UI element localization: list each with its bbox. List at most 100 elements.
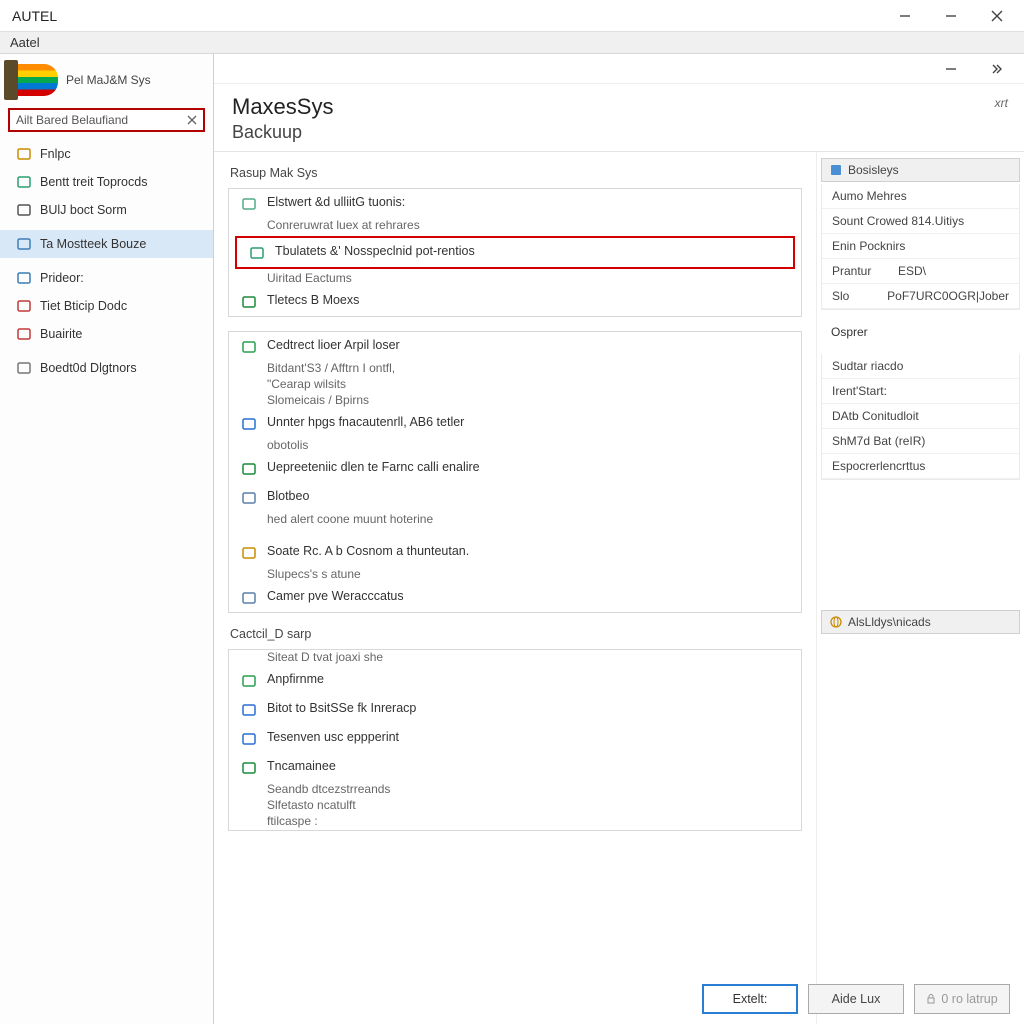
task-label: Uiritad Eactums — [267, 271, 352, 285]
task-label: hed alert coone muunt hoterine — [267, 512, 433, 526]
section-label-2: Cactcil_D sarp — [230, 627, 802, 641]
task-item[interactable]: Tncamainee — [229, 753, 801, 782]
close-button[interactable] — [974, 0, 1020, 32]
panel-icon — [830, 164, 842, 176]
inner-next-button[interactable] — [974, 53, 1020, 85]
right-panel-item[interactable]: SloPoF7URC0OGR|Jober — [822, 284, 1019, 309]
sidebar-item-label: Ta Mostteek Bouze — [40, 237, 146, 251]
task-item[interactable]: Elstwert &d ulliitG tuonis: — [229, 189, 801, 218]
right-panel-item[interactable]: Aumo Mehres — [822, 184, 1019, 209]
minimize-button-2[interactable] — [928, 0, 974, 32]
task-item: Conreruwrat luex at rehrares — [229, 218, 801, 234]
power-icon — [16, 146, 32, 162]
sidebar-nav: Fnlpc Bentt treit ToprocdsBUlJ boct Sorm T… — [0, 140, 213, 382]
shield-icon — [241, 416, 257, 432]
task-item[interactable]: Unnter hpgs fnacautenrll, AB6 tetler — [229, 409, 801, 438]
card-icon — [16, 270, 32, 286]
task-item[interactable]: Cedtrect lioer Arpil loser — [229, 332, 801, 361]
task-item[interactable]: Camer pve Weracccatus — [229, 583, 801, 612]
inner-minimize-button[interactable] — [928, 53, 974, 85]
task-item[interactable]: Blotbeo — [229, 483, 801, 512]
right-panel-list-1: Aumo MehresSount Crowed 814.UitiysEnin P… — [821, 184, 1020, 310]
task-label: Cedtrect lioer Arpil loser — [267, 338, 400, 352]
brand-label: Pel MaJ&M Sys — [66, 73, 151, 87]
right-panel-item[interactable]: DAtb Conitudloit — [822, 404, 1019, 429]
sidebar-item-3[interactable]: Ta Mostteek Bouze — [0, 230, 213, 258]
sidebar-brand: Pel MaJ&M Sys — [0, 54, 213, 102]
menubar: Aatel — [0, 32, 1024, 54]
page-title: MaxesSys — [232, 94, 1006, 120]
right-panel-item[interactable]: ShM7d Bat (reIR) — [822, 429, 1019, 454]
right-panel-item[interactable]: Enin Pocknirs — [822, 234, 1019, 259]
sidebar: Pel MaJ&M Sys FnlpcBentt treit ToprocdsB… — [0, 54, 214, 1024]
task-item: Slfetasto ncatulft — [229, 798, 801, 814]
search-input[interactable] — [10, 113, 181, 127]
sparkle-icon — [16, 174, 32, 190]
right-panel-item[interactable]: Sudtar riacdo — [822, 354, 1019, 379]
right-panel-list-2: Sudtar riacdoIrent'Start:DAtb Conitudloi… — [821, 354, 1020, 480]
kv-value: PoF7URC0OGR|Jober — [887, 289, 1009, 303]
task-label: Camer pve Weracccatus — [267, 589, 404, 603]
task-item[interactable]: Anpfirnme — [229, 666, 801, 695]
sidebar-item-6[interactable]: Buairite — [0, 320, 213, 348]
task-item: "Cearap wilsits — [229, 377, 801, 393]
task-item[interactable]: Uepreeteniic dlen te Farnc calli enalire — [229, 454, 801, 483]
sidebar-item-label: Tiet Bticip Dodc — [40, 299, 127, 313]
blue-icon — [241, 702, 257, 718]
task-item[interactable]: Tbulatets &' Nosspeclnid pot-rentios — [235, 236, 795, 269]
sidebar-item-0[interactable]: Fnlpc — [0, 140, 213, 168]
task-label: obotolis — [267, 438, 308, 452]
task-label: ftilcaspe : — [267, 814, 318, 828]
task-label: Blotbeo — [267, 489, 309, 503]
task-label: Bitdant'S3 / Afftrn I ontfl, — [267, 361, 395, 375]
task-item: hed alert coone muunt hoterine — [229, 512, 801, 528]
right-panel-item[interactable]: Sount Crowed 814.Uitiys — [822, 209, 1019, 234]
card2-icon — [241, 760, 257, 776]
primary-action-button[interactable]: Extelt: — [702, 984, 798, 1014]
task-group-1: Elstwert &d ulliitG tuonis:Conreruwrat l… — [228, 188, 802, 317]
minimize-button[interactable] — [882, 0, 928, 32]
task-item: Bitdant'S3 / Afftrn I ontfl, — [229, 361, 801, 377]
task-item[interactable]: Soate Rc. A b Cosnom a thunteutan. — [229, 538, 801, 567]
outer-window-controls — [882, 0, 1020, 32]
task-group-3: Siteat D tvat joaxi sheAnpfirnmeBitot to… — [228, 649, 802, 831]
task-label: Tncamainee — [267, 759, 336, 773]
outer-window-titlebar: AUTEL — [0, 0, 1024, 32]
task-item: ftilcaspe : — [229, 814, 801, 830]
sidebar-item-5[interactable]: Tiet Bticip Dodc — [0, 292, 213, 320]
sidebar-item-2[interactable]: BUlJ boct Sorm — [0, 196, 213, 224]
right-panel-item[interactable]: Espocrerlencrttus — [822, 454, 1019, 479]
kv-value: ESD\ — [898, 264, 926, 278]
secondary-action-button[interactable]: Aide Lux — [808, 984, 904, 1014]
sidebar-item-7[interactable]: Boedt0d Dlgtnors — [0, 354, 213, 382]
sidebar-item-4[interactable]: Prideor: — [0, 264, 213, 292]
task-label: Anpfirnme — [267, 672, 324, 686]
task-label: Bitot to BsitSSe fk Inreracp — [267, 701, 416, 715]
grid-icon — [16, 326, 32, 342]
task-label: Uepreeteniic dlen te Farnc calli enalire — [267, 460, 480, 474]
right-panel-title-1: Bosisleys — [848, 163, 899, 177]
task-item[interactable]: Tletecs B Moexs — [229, 287, 801, 316]
clear-search-button[interactable] — [181, 109, 203, 131]
right-panel-item[interactable]: PranturESD\ — [822, 259, 1019, 284]
task-item: Slupecs's s atune — [229, 567, 801, 583]
warn-icon — [241, 545, 257, 561]
task-item[interactable]: Bitot to BsitSSe fk Inreracp — [229, 695, 801, 724]
menu-item[interactable]: Aatel — [10, 35, 40, 50]
top-right-hint: xrt — [995, 96, 1008, 110]
page-header: MaxesSys Backuup — [214, 84, 1024, 152]
section-label: Rasup Mak Sys — [230, 166, 802, 180]
outer-window-title: AUTEL — [12, 8, 57, 24]
task-label: Soate Rc. A b Cosnom a thunteutan. — [267, 544, 469, 558]
right-panel-item[interactable]: Irent'Start: — [822, 379, 1019, 404]
task-label: Tesenven usc eppperint — [267, 730, 399, 744]
sidebar-item-label: Fnlpc — [40, 147, 71, 161]
doc-green-icon — [241, 461, 257, 477]
sidebar-item-label: Prideor: — [40, 271, 84, 285]
tertiary-action-button[interactable]: 0 ro latrup — [914, 984, 1010, 1014]
task-label: Conreruwrat luex at rehrares — [267, 218, 420, 232]
right-panel: Bosisleys Aumo MehresSount Crowed 814.Ui… — [816, 152, 1024, 1024]
kv-key: Slo — [832, 289, 887, 303]
task-item[interactable]: Tesenven usc eppperint — [229, 724, 801, 753]
sidebar-item-1[interactable]: Bentt treit Toprocds — [0, 168, 213, 196]
